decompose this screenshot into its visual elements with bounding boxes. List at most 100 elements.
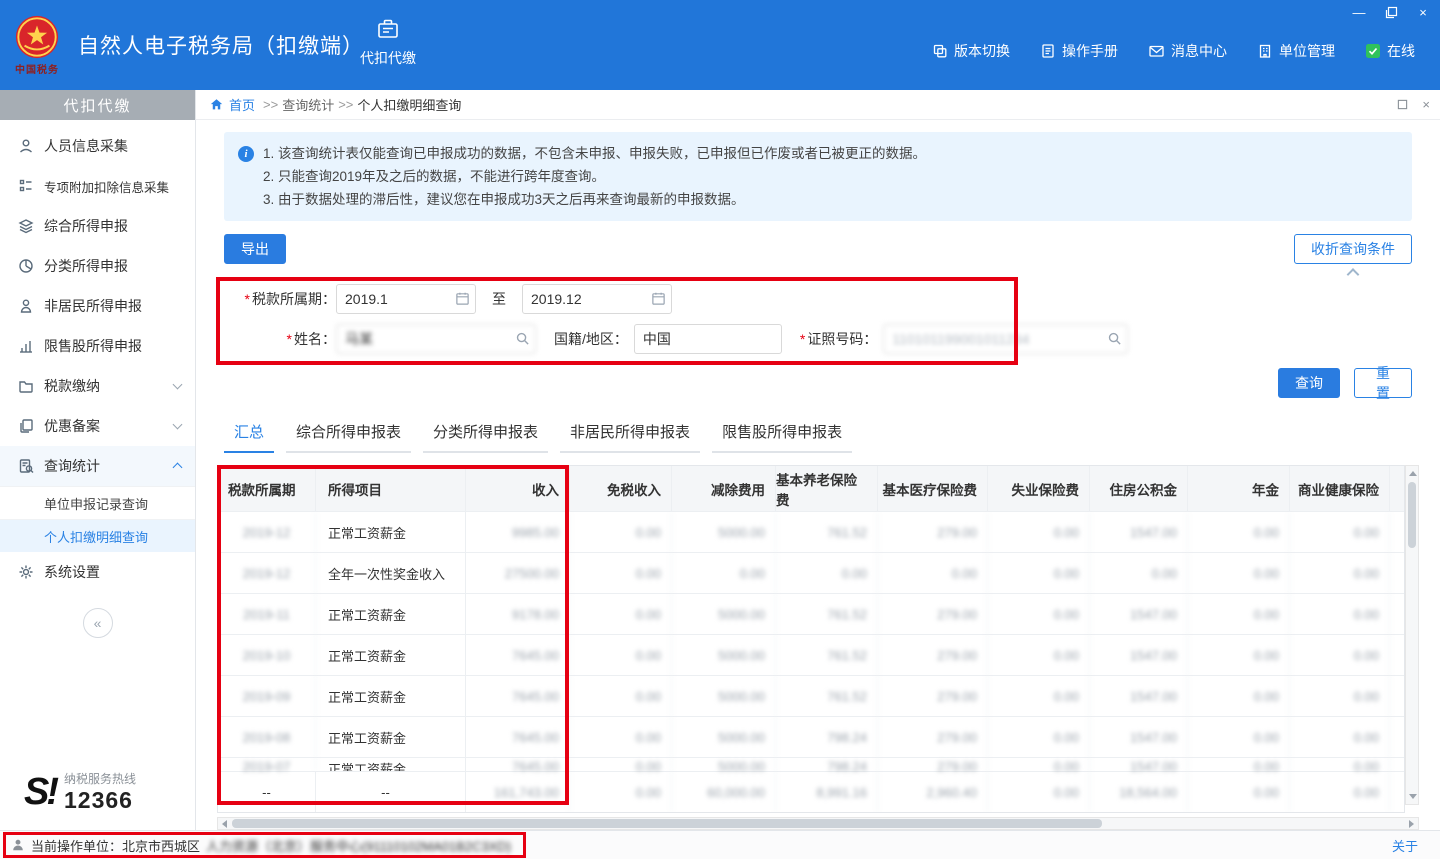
period-end-input[interactable] [522, 284, 672, 314]
column-header[interactable]: 基本养老保险费 [776, 466, 878, 511]
scroll-right-arrow[interactable] [1409, 820, 1414, 828]
search-icon[interactable] [515, 331, 530, 346]
nationality-input[interactable] [634, 324, 782, 354]
nav-label: 版本切换 [954, 41, 1010, 61]
sidebar-item-tax-payment[interactable]: 税款缴纳 [0, 366, 195, 406]
column-header[interactable]: 住房公积金 [1090, 466, 1188, 511]
vertical-scrollbar[interactable] [1405, 465, 1419, 805]
vertical-scroll-thumb[interactable] [1408, 482, 1416, 548]
sidebar-nav: 人员信息采集 专项附加扣除信息采集 综合所得申报 [0, 120, 195, 770]
tab-summary[interactable]: 汇总 [224, 416, 274, 453]
column-header[interactable]: 所得项目 [316, 466, 466, 511]
tab-nonresident-income[interactable]: 非居民所得申报表 [560, 416, 700, 453]
sidebar-subitem-individual-detail-query[interactable]: 个人扣缴明细查询 [0, 519, 195, 552]
top-header: 中国税务 自然人电子税务局（扣缴端） 代扣代缴 版本切换 [0, 0, 1440, 90]
sidebar-item-nonresident-income[interactable]: 非居民所得申报 [0, 286, 195, 326]
sidebar: 代扣代缴 人员信息采集 专项附加扣除信息采集 [0, 90, 196, 830]
column-header[interactable]: 税款所属期 [218, 466, 316, 511]
sidebar-collapse-button[interactable]: « [83, 608, 113, 638]
column-header[interactable]: 减除费用 [672, 466, 776, 511]
nav-unit-management[interactable]: 单位管理 [1257, 41, 1335, 61]
online-status[interactable]: 在线 [1365, 41, 1415, 61]
tab-comprehensive-income[interactable]: 综合所得申报表 [286, 416, 411, 453]
tab-restricted-shares[interactable]: 限售股所得申报表 [712, 416, 852, 453]
notice-line: 3. 由于数据处理的滞后性，建议您在申报成功3天之后再来查询最新的申报数据。 [263, 188, 926, 211]
column-header[interactable]: 年金 [1188, 466, 1290, 511]
column-header[interactable]: 税 [1390, 466, 1405, 511]
table-row[interactable]: 2019-10正常工资薪金7645.000.005000.00761.52279… [218, 635, 1404, 676]
scroll-down-arrow[interactable] [1409, 794, 1417, 799]
sidebar-item-system-settings[interactable]: 系统设置 [0, 552, 195, 592]
tab-classified-income[interactable]: 分类所得申报表 [423, 416, 548, 453]
nav-version-switch[interactable]: 版本切换 [932, 41, 1010, 61]
sidebar-subitem-unit-report-query[interactable]: 单位申报记录查询 [0, 486, 195, 519]
table-cell: 0.00 [570, 758, 672, 771]
reset-button[interactable]: 重置 [1354, 368, 1412, 398]
collapse-query-button[interactable]: 收折查询条件 [1294, 234, 1412, 264]
restore-button[interactable] [1382, 3, 1400, 21]
panel-restore-button[interactable] [1397, 99, 1408, 110]
table-row[interactable]: 2019-09正常工资薪金7645.000.005000.00761.52279… [218, 676, 1404, 717]
nav-message-center[interactable]: 消息中心 [1148, 41, 1227, 61]
notice-box: i 1. 该查询统计表仅能查询已申报成功的数据，不包含未申报、申报失败，已申报但… [224, 132, 1412, 221]
sidebar-item-classified-income[interactable]: 分类所得申报 [0, 246, 195, 286]
minimize-button[interactable]: — [1350, 3, 1368, 21]
table-cell: 0.00 [1290, 758, 1390, 771]
table-cell: 0.00 [570, 717, 672, 757]
table-cell: 5000.00 [672, 594, 776, 634]
sidebar-item-restricted-shares[interactable]: 限售股所得申报 [0, 326, 195, 366]
toolbar: 导出 收折查询条件 [224, 234, 1412, 264]
name-input[interactable] [336, 324, 536, 354]
table-row[interactable]: 2019-11正常工资薪金9178.000.005000.00761.52279… [218, 594, 1404, 635]
breadcrumb-current: 个人扣缴明细查询 [357, 95, 461, 114]
search-icon[interactable] [1107, 331, 1122, 346]
nav-operation-manual[interactable]: 操作手册 [1040, 41, 1118, 61]
table-cell: -- [316, 772, 466, 812]
table-total-row[interactable]: ----161,743.000.0060,000.008,991.162,960… [218, 772, 1404, 812]
window-controls: — × [1350, 3, 1432, 21]
app-window: 中国税务 自然人电子税务局（扣缴端） 代扣代缴 版本切换 [0, 0, 1440, 859]
calendar-icon[interactable] [455, 291, 470, 306]
table-cell: 0.00 [1390, 635, 1405, 675]
scroll-left-arrow[interactable] [222, 820, 227, 828]
name-label: *姓名： [224, 329, 336, 349]
table-cell: 正常工资薪金 [316, 635, 466, 675]
nav-label: 单位管理 [1279, 41, 1335, 61]
table-row[interactable]: 2019-12正常工资薪金9985.000.005000.00761.52279… [218, 512, 1404, 553]
table-cell: 0.00 [1290, 635, 1390, 675]
column-header[interactable]: 收入 [466, 466, 570, 511]
scroll-up-arrow[interactable] [1409, 471, 1417, 476]
column-header[interactable]: 失业保险费 [988, 466, 1090, 511]
version-switch-icon [932, 43, 948, 59]
horizontal-scroll-thumb[interactable] [232, 819, 1102, 828]
table-cell: 正常工资薪金 [316, 758, 466, 771]
restore-icon [1397, 99, 1408, 110]
current-unit-text: 当前操作单位：北京市西城区 [31, 836, 200, 855]
table-cell: 18,564.00 [1090, 772, 1188, 812]
table-row[interactable]: 2019-07正常工资薪金7645.000.005000.00798.24279… [218, 758, 1404, 772]
sidebar-item-comprehensive-income[interactable]: 综合所得申报 [0, 206, 195, 246]
sidebar-item-query-statistics[interactable]: 查询统计 [0, 446, 195, 486]
column-header[interactable]: 免税收入 [570, 466, 672, 511]
sidebar-item-preference-filing[interactable]: 优惠备案 [0, 406, 195, 446]
manual-icon [1040, 43, 1056, 59]
table-cell: 0.00 [988, 553, 1090, 593]
panel-close-button[interactable]: × [1422, 97, 1430, 112]
sidebar-item-special-deduction[interactable]: 专项附加扣除信息采集 [0, 166, 195, 206]
about-link[interactable]: 关于 [1392, 836, 1418, 855]
sidebar-item-personnel-info[interactable]: 人员信息采集 [0, 126, 195, 166]
column-header[interactable]: 基本医疗保险费 [878, 466, 988, 511]
calendar-icon[interactable] [651, 291, 666, 306]
table-row[interactable]: 2019-08正常工资薪金7645.000.005000.00798.24279… [218, 717, 1404, 758]
close-button[interactable]: × [1414, 3, 1432, 21]
export-button[interactable]: 导出 [224, 234, 286, 264]
notice-line: 1. 该查询统计表仅能查询已申报成功的数据，不包含未申报、申报失败，已申报但已作… [263, 142, 926, 165]
horizontal-scrollbar[interactable] [217, 817, 1419, 830]
id-number-input[interactable] [883, 324, 1128, 354]
module-tab-withholding[interactable]: 代扣代缴 [352, 16, 424, 68]
column-header[interactable]: 商业健康保险 [1290, 466, 1390, 511]
search-button[interactable]: 查询 [1278, 368, 1340, 398]
breadcrumb-home-link[interactable]: 首页 [229, 95, 255, 114]
table-row[interactable]: 2019-12全年一次性奖金收入27500.000.000.000.000.00… [218, 553, 1404, 594]
table-cell: 279.00 [878, 512, 988, 552]
